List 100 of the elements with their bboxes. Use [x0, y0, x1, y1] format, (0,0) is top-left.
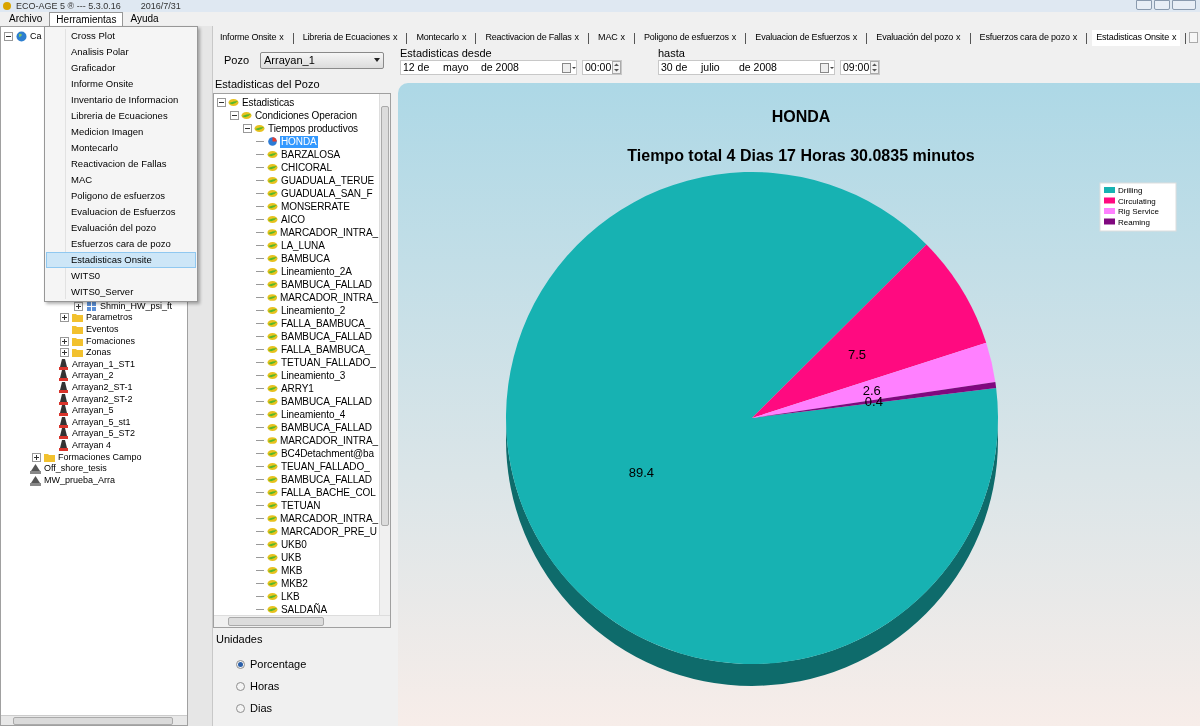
tab[interactable]: Estadisticas Onsite x: [1092, 30, 1181, 46]
close-button[interactable]: [1172, 0, 1196, 10]
spinner-icon[interactable]: [870, 61, 879, 74]
calendar-icon[interactable]: [562, 62, 576, 73]
tree-item[interactable]: Shmin_HW_psi_ft: [100, 300, 173, 312]
tree-item[interactable]: MKB: [280, 564, 304, 577]
tree-item[interactable]: Arrayan2_ST-2: [72, 393, 133, 405]
scroll-thumb[interactable]: [381, 106, 389, 526]
tab-scroll-button[interactable]: [1189, 32, 1198, 43]
calendar-icon[interactable]: [820, 62, 834, 73]
tree-item[interactable]: TETUAN_FALLADO_: [280, 356, 377, 369]
tree-item[interactable]: MARCADOR_INTRA_: [279, 512, 379, 525]
close-button[interactable]: x: [731, 31, 737, 45]
close-button[interactable]: x: [620, 31, 625, 45]
tree-item[interactable]: Tiempos productivos: [267, 122, 359, 135]
menu-item[interactable]: Graficador: [46, 60, 196, 76]
tab[interactable]: Evaluación del pozo x: [872, 30, 965, 46]
tree-item[interactable]: UKB: [280, 551, 303, 564]
menu-item[interactable]: Cross Plot: [46, 28, 196, 44]
tab[interactable]: MAC x: [594, 30, 629, 46]
tab[interactable]: Reactivacion de Fallas x: [481, 30, 584, 46]
tree-item[interactable]: ARRY1: [280, 382, 315, 395]
close-button[interactable]: x: [1072, 31, 1078, 45]
maximize-button[interactable]: [1154, 0, 1170, 10]
tree-item[interactable]: Eventos: [86, 324, 119, 336]
tree-item[interactable]: BC4Detachment@ba: [280, 447, 376, 460]
close-button[interactable]: x: [392, 31, 398, 45]
tree-item[interactable]: LKB: [280, 590, 301, 603]
tree-item[interactable]: BARZALOSA: [280, 148, 342, 161]
tree-item[interactable]: BAMBUCA_FALLAD: [280, 473, 373, 486]
minimize-button[interactable]: [1136, 0, 1152, 10]
menu-item[interactable]: Esfuerzos cara de pozo: [46, 236, 196, 252]
expand-icon[interactable]: [74, 301, 83, 311]
tree-item[interactable]: GUADUALA_TERUE: [280, 174, 376, 187]
tree-item[interactable]: Off_shore_tesis: [44, 463, 107, 475]
expand-icon[interactable]: [60, 336, 69, 346]
menu-item[interactable]: Informe Onsite: [46, 76, 196, 92]
menu-item[interactable]: Archivo: [2, 11, 50, 26]
tree-item[interactable]: MARCADOR_INTRA_: [279, 291, 379, 304]
menu-item[interactable]: Poligono de esfuerzos: [46, 188, 196, 204]
close-button[interactable]: x: [1172, 31, 1177, 45]
tab[interactable]: Libreria de Ecuaciones x: [298, 30, 402, 46]
tree-item[interactable]: AICO: [280, 213, 307, 226]
tree-item[interactable]: TEUAN_FALLADO_: [280, 460, 371, 473]
tree-item[interactable]: BAMBUCA_FALLAD: [280, 395, 373, 408]
tree-item[interactable]: MW_prueba_Arra: [44, 474, 116, 486]
close-button[interactable]: x: [279, 31, 284, 45]
horizontal-scrollbar[interactable]: [1, 715, 187, 725]
menu-item[interactable]: Evaluacion de Esfuerzos: [46, 204, 196, 220]
date-field[interactable]: 12 de mayo de 2008: [400, 60, 577, 75]
tree-item[interactable]: LA_LUNA: [280, 239, 326, 252]
menu-item[interactable]: WITS0_Server: [46, 284, 196, 300]
radio-button[interactable]: [236, 660, 245, 669]
tree-item[interactable]: Condiciones Operacion: [254, 109, 358, 122]
tree-item[interactable]: BAMBUCA_FALLAD: [280, 278, 373, 291]
time-field[interactable]: 00:00: [582, 60, 622, 75]
date-field[interactable]: 30 de julio de 2008: [658, 60, 835, 75]
menu-item[interactable]: Estadisticas Onsite: [46, 252, 196, 268]
tree-item[interactable]: Arrayan_1_ST1: [72, 358, 136, 370]
close-button[interactable]: x: [574, 31, 580, 45]
tree-item[interactable]: UKB0: [280, 538, 308, 551]
collapse-icon[interactable]: [242, 124, 252, 133]
menu-item[interactable]: Libreria de Ecuaciones: [46, 108, 196, 124]
tree-item[interactable]: SALDAÑA: [280, 603, 328, 616]
close-button[interactable]: x: [461, 31, 467, 45]
tree-item[interactable]: Lineamiento_4: [280, 408, 347, 421]
tab[interactable]: Esfuerzos cara de pozo x: [975, 30, 1082, 46]
menu-item[interactable]: Reactivacion de Fallas: [46, 156, 196, 172]
tree-item[interactable]: Lineamiento_2: [280, 304, 347, 317]
tree-item[interactable]: Arrayan_2: [72, 370, 114, 382]
vertical-scrollbar[interactable]: [379, 94, 390, 616]
menu-item[interactable]: Montecarlo: [46, 140, 196, 156]
tree-item[interactable]: MONSERRATE: [280, 200, 351, 213]
tree-item[interactable]: BAMBUCA_FALLAD: [280, 421, 373, 434]
tree-item[interactable]: Fomaciones: [86, 335, 136, 347]
tab[interactable]: Montecarlo x: [412, 30, 471, 46]
tree-item[interactable]: TETUAN: [280, 499, 322, 512]
radio-button[interactable]: [236, 704, 245, 713]
menu-item[interactable]: Herramientas: [49, 12, 124, 26]
menu-item[interactable]: WITS0: [46, 268, 196, 284]
tab[interactable]: Poligono de esfuerzos x: [640, 30, 741, 46]
tree-item[interactable]: Parametros: [86, 312, 133, 324]
tree-item[interactable]: Ca: [30, 31, 42, 43]
tree-item[interactable]: Arrayan_5_ST2: [72, 428, 136, 440]
tree-item[interactable]: Lineamiento_2A: [280, 265, 353, 278]
menu-item[interactable]: Ayuda: [123, 11, 166, 26]
expand-icon[interactable]: [32, 452, 41, 462]
expand-icon[interactable]: [60, 348, 69, 358]
close-button[interactable]: x: [956, 31, 961, 45]
menu-item[interactable]: MAC: [46, 172, 196, 188]
tree-item[interactable]: CHICORAL: [280, 161, 333, 174]
tree-item[interactable]: BAMBUCA: [280, 252, 331, 265]
tree-item[interactable]: FALLA_BACHE_COL: [280, 486, 377, 499]
collapse-icon[interactable]: [229, 111, 239, 120]
tree-item[interactable]: Zonas: [86, 347, 111, 359]
tree-item[interactable]: Arrayan 4: [72, 440, 112, 451]
tab[interactable]: Evaluacion de Esfuerzos x: [751, 30, 862, 46]
tree-item[interactable]: MARCADOR_INTRA_: [279, 226, 379, 239]
tree-item[interactable]: GUADUALA_SAN_F: [280, 187, 374, 200]
close-button[interactable]: x: [852, 31, 858, 45]
